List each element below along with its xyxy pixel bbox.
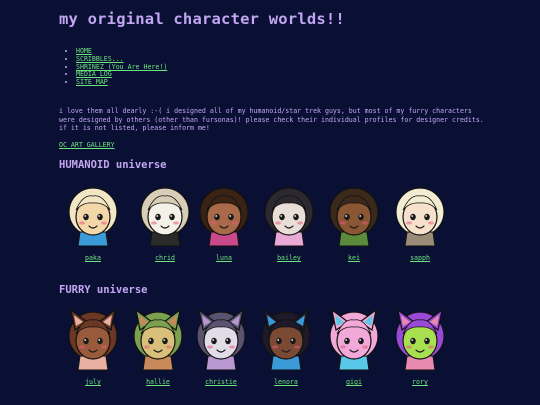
character-portrait-kei[interactable] <box>324 182 384 248</box>
character-portrait-christie[interactable] <box>191 306 251 372</box>
character-card-luna[interactable]: luna <box>192 182 256 262</box>
intro-text: i love them all dearly :-( i designed al… <box>59 107 484 133</box>
site-nav: HOME SCRIBBLES... SHRINEZ (You Are Here!… <box>66 47 167 87</box>
character-card-gigi[interactable]: gigi <box>322 306 386 386</box>
character-card-christie[interactable]: christie <box>189 306 253 386</box>
character-card-rory[interactable]: rory <box>388 306 452 386</box>
character-name-hallie[interactable]: hallie <box>126 378 190 386</box>
nav-link-site-map[interactable]: SITE MAP <box>76 78 108 86</box>
character-portrait-rory[interactable] <box>390 306 450 372</box>
character-name-christie[interactable]: christie <box>189 378 253 386</box>
page-title: my original character worlds!! <box>59 10 345 28</box>
character-name-bailey[interactable]: bailey <box>257 254 321 262</box>
oc-art-gallery-link[interactable]: OC ART GALLERY <box>59 141 115 149</box>
character-card-sapph[interactable]: sapph <box>388 182 452 262</box>
character-portrait-luna[interactable] <box>194 182 254 248</box>
nav-link-media-log[interactable]: MEDIA LOG <box>76 70 112 78</box>
character-name-paka[interactable]: paka <box>61 254 125 262</box>
character-card-paka[interactable]: paka <box>61 182 125 262</box>
character-card-july[interactable]: july <box>61 306 125 386</box>
character-portrait-chrid[interactable] <box>135 182 195 248</box>
nav-link-shrinez[interactable]: SHRINEZ (You Are Here!) <box>76 63 167 71</box>
nav-link-home[interactable]: HOME <box>76 47 92 55</box>
character-portrait-lenora[interactable] <box>256 306 316 372</box>
character-name-sapph[interactable]: sapph <box>388 254 452 262</box>
character-portrait-hallie[interactable] <box>128 306 188 372</box>
character-portrait-paka[interactable] <box>63 182 123 248</box>
nav-link-scribbles[interactable]: SCRIBBLES... <box>76 55 124 63</box>
character-name-gigi[interactable]: gigi <box>322 378 386 386</box>
nav-item-site-map: SITE MAP <box>76 78 167 87</box>
character-card-bailey[interactable]: bailey <box>257 182 321 262</box>
humanoid-section-title: HUMANOID universe <box>59 159 167 171</box>
character-portrait-july[interactable] <box>63 306 123 372</box>
character-portrait-bailey[interactable] <box>259 182 319 248</box>
character-name-kei[interactable]: kei <box>322 254 386 262</box>
character-name-lenora[interactable]: lenora <box>254 378 318 386</box>
character-name-july[interactable]: july <box>61 378 125 386</box>
character-portrait-gigi[interactable] <box>324 306 384 372</box>
character-card-chrid[interactable]: chrid <box>133 182 197 262</box>
character-card-hallie[interactable]: hallie <box>126 306 190 386</box>
character-name-luna[interactable]: luna <box>192 254 256 262</box>
character-name-rory[interactable]: rory <box>388 378 452 386</box>
character-name-chrid[interactable]: chrid <box>133 254 197 262</box>
furry-section-title: FURRY universe <box>59 284 148 296</box>
character-portrait-sapph[interactable] <box>390 182 450 248</box>
character-card-lenora[interactable]: lenora <box>254 306 318 386</box>
character-card-kei[interactable]: kei <box>322 182 386 262</box>
